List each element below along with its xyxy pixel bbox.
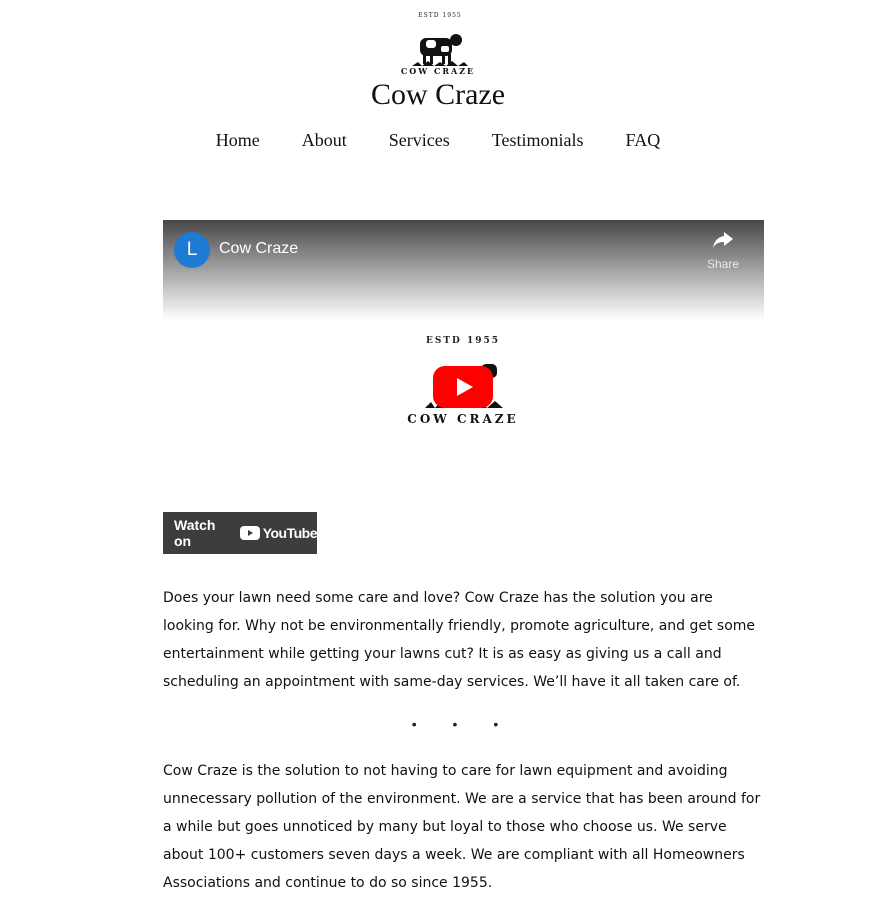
youtube-logo: YouTube [239,525,318,541]
nav-item-testimonials[interactable]: Testimonials [492,130,584,151]
main-nav: Home About Services Testimonials FAQ [0,130,876,151]
logo-word-text: COW CRAZE [400,66,476,76]
logo-estd-text: ESTD 1955 [418,12,462,19]
channel-avatar[interactable]: L [174,232,210,268]
nav-item-services[interactable]: Services [389,130,450,151]
share-icon [713,232,733,248]
about-paragraph: Cow Craze is the solution to not having … [163,763,761,891]
thumbnail-word-text: COW CRAZE [407,412,519,426]
watch-on-youtube-button[interactable]: Watch on YouTube [163,512,318,554]
play-icon[interactable] [433,366,493,408]
watch-on-label: Watch on [174,517,216,549]
video-title[interactable]: Cow Craze [219,240,298,258]
section-separator: • • • [411,716,515,732]
nav-item-faq[interactable]: FAQ [626,130,661,151]
cow-logo-icon [412,34,468,66]
intro-paragraph: Does your lawn need some care and love? … [163,590,756,690]
site-title[interactable]: Cow Craze [0,78,876,112]
youtube-play-icon [239,526,260,540]
video-top-bar [163,220,764,320]
share-button[interactable]: Share [703,230,743,271]
site-logo[interactable]: ESTD 1955 COW CRAZE [390,10,490,78]
share-label: Share [706,257,740,271]
thumbnail-estd-text: ESTD 1955 [425,336,501,346]
youtube-wordmark: YouTube [262,525,318,541]
nav-item-about[interactable]: About [302,130,347,151]
youtube-embed[interactable]: L Cow Craze Share ESTD 1955 COW CRAZE Wa… [163,220,764,560]
nav-item-home[interactable]: Home [216,130,260,151]
